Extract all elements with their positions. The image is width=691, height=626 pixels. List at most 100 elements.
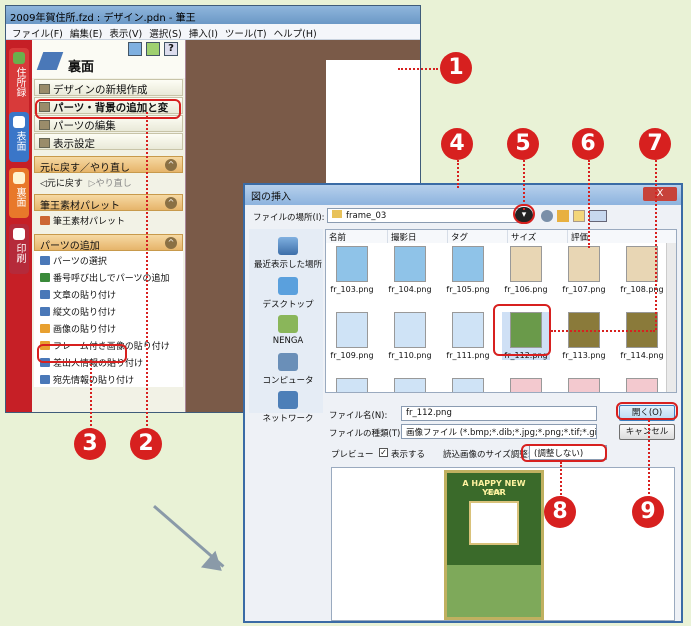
hint-icon[interactable] — [128, 42, 142, 56]
mode-tabs: 住所録 裏面 表面 印刷 — [6, 40, 32, 412]
back-icon[interactable] — [541, 210, 553, 222]
card-year: 2009 — [486, 489, 502, 496]
filetype-select[interactable]: 画像ファイル (*.bmp;*.dib;*.jpg;*.png;*.tif;*.… — [401, 424, 597, 439]
look-in-field[interactable]: frame_03 — [327, 208, 527, 223]
redo-button[interactable]: ▷やり直し — [89, 179, 132, 189]
preview-pane: A HAPPY NEW YEAR 2009 — [331, 467, 675, 621]
panel-title: 裏面 — [68, 60, 95, 75]
col-date[interactable]: 撮影日 — [388, 230, 448, 243]
section-undo[interactable]: 元に戻す／やり直し ^ — [34, 156, 183, 174]
leader-8 — [560, 462, 562, 498]
add-image[interactable]: 画像の貼り付け — [34, 319, 183, 336]
nav-computer[interactable]: コンピュータ — [253, 353, 323, 386]
add-text[interactable]: 文章の貼り付け — [34, 285, 183, 302]
nav-desktop[interactable]: デスクトップ — [253, 277, 323, 310]
menu-file[interactable]: ファイル(F) — [12, 29, 63, 40]
menu-help[interactable]: ヘルプ(H) — [274, 29, 317, 40]
menu-edit[interactable]: 編集(E) — [70, 29, 102, 40]
callout-1: 1 — [440, 52, 472, 84]
col-size[interactable]: サイズ — [508, 230, 568, 243]
check-icon[interactable] — [146, 42, 160, 56]
help-icon[interactable]: ? — [164, 42, 178, 56]
card-preview: A HAPPY NEW YEAR 2009 — [444, 470, 544, 620]
preview-label: プレビュー — [331, 450, 374, 460]
file-item[interactable]: fr_110.png — [386, 312, 434, 360]
file-item[interactable]: fr_105.png — [444, 246, 492, 294]
new-folder-icon[interactable] — [573, 210, 585, 222]
leader-3 — [90, 360, 92, 430]
tab-back[interactable]: 裏面 — [9, 168, 29, 218]
file-item[interactable]: fr_106.png — [502, 246, 550, 294]
undo-row: ◁元に戻す ▷やり直し — [34, 173, 183, 190]
nav-network[interactable]: ネットワーク — [253, 391, 323, 424]
callout-5: 5 — [507, 128, 539, 160]
col-rating[interactable]: 評価 — [568, 230, 676, 243]
menu-select[interactable]: 選択(S) — [149, 29, 181, 40]
filename-input[interactable]: fr_112.png — [401, 406, 597, 421]
view-menu-icon[interactable] — [589, 210, 607, 222]
menu-tools[interactable]: ツール(T) — [225, 29, 267, 40]
file-item[interactable] — [502, 378, 550, 392]
leader-7 — [655, 160, 657, 330]
nav-recent[interactable]: 最近表示した場所 — [253, 237, 323, 270]
tab-print[interactable]: 印刷 — [9, 224, 29, 274]
file-item[interactable] — [386, 378, 434, 392]
filetype-label: ファイルの種類(T): — [329, 429, 404, 439]
tab-front[interactable]: 表面 — [9, 112, 29, 162]
display-settings[interactable]: 表示設定 — [34, 133, 183, 150]
section-add-parts[interactable]: パーツの追加 ^ — [34, 234, 183, 252]
add-recipient[interactable]: 宛先情報の貼り付け — [34, 370, 183, 387]
file-item[interactable]: fr_104.png — [386, 246, 434, 294]
dialog-title: 図の挿入 X — [245, 185, 681, 205]
leader-6 — [588, 160, 590, 248]
callout-3: 3 — [74, 428, 106, 460]
file-item[interactable]: fr_111.png — [444, 312, 492, 360]
resize-label: 読込画像のサイズ調整: — [443, 450, 531, 460]
file-item[interactable] — [560, 378, 608, 392]
design-new[interactable]: デザインの新規作成 — [34, 79, 183, 96]
file-item[interactable]: fr_107.png — [560, 246, 608, 294]
collapse-icon: ^ — [165, 197, 177, 209]
editor-title: 2009年賀住所.fzd : デザイン.pdn - 筆王 — [6, 6, 420, 24]
up-folder-icon[interactable] — [557, 210, 569, 222]
highlight-selected-file — [493, 304, 551, 356]
add-number[interactable]: 番号呼び出しでパーツの追加 — [34, 268, 183, 285]
show-label: 表示する — [391, 450, 426, 460]
palette-item[interactable]: 筆王素材パレット — [34, 211, 183, 228]
highlight-open — [616, 402, 678, 420]
collapse-icon: ^ — [165, 159, 177, 171]
highlight-resize — [521, 444, 607, 462]
undo-button[interactable]: ◁元に戻す — [40, 179, 83, 189]
cancel-button[interactable]: キャンセル — [619, 424, 675, 440]
menu-view[interactable]: 表示(V) — [109, 29, 142, 40]
pen-icon — [36, 52, 64, 70]
highlight-image-paste — [37, 344, 127, 363]
nav-nenga[interactable]: NENGA — [253, 315, 323, 346]
look-in-label: ファイルの場所(I): — [253, 213, 325, 223]
add-vtext[interactable]: 縦文の貼り付け — [34, 302, 183, 319]
col-name[interactable]: 名前 — [326, 230, 388, 243]
collapse-icon: ^ — [165, 237, 177, 249]
menu-insert[interactable]: 挿入(I) — [189, 29, 218, 40]
file-item[interactable] — [618, 378, 666, 392]
nav-pane: 最近表示した場所 デスクトップ NENGA コンピュータ ネットワーク — [249, 229, 323, 424]
leader-9 — [648, 420, 650, 498]
scrollbar[interactable] — [666, 243, 676, 392]
close-button[interactable]: X — [643, 187, 677, 201]
section-palette[interactable]: 筆王素材パレット ^ — [34, 194, 183, 212]
callout-6: 6 — [572, 128, 604, 160]
file-item[interactable] — [444, 378, 492, 392]
file-item[interactable]: fr_114.png — [618, 312, 666, 360]
file-item[interactable]: fr_103.png — [328, 246, 376, 294]
file-item[interactable] — [328, 378, 376, 392]
show-checkbox[interactable]: ✓ — [379, 448, 388, 457]
file-item[interactable]: fr_113.png — [560, 312, 608, 360]
callout-2: 2 — [130, 428, 162, 460]
add-select[interactable]: パーツの選択 — [34, 251, 183, 268]
file-item[interactable]: fr_109.png — [328, 312, 376, 360]
callout-7: 7 — [639, 128, 671, 160]
leader-7h — [551, 330, 655, 332]
file-item[interactable]: fr_108.png — [618, 246, 666, 294]
col-tag[interactable]: タグ — [448, 230, 508, 243]
card-landscape — [447, 565, 541, 617]
